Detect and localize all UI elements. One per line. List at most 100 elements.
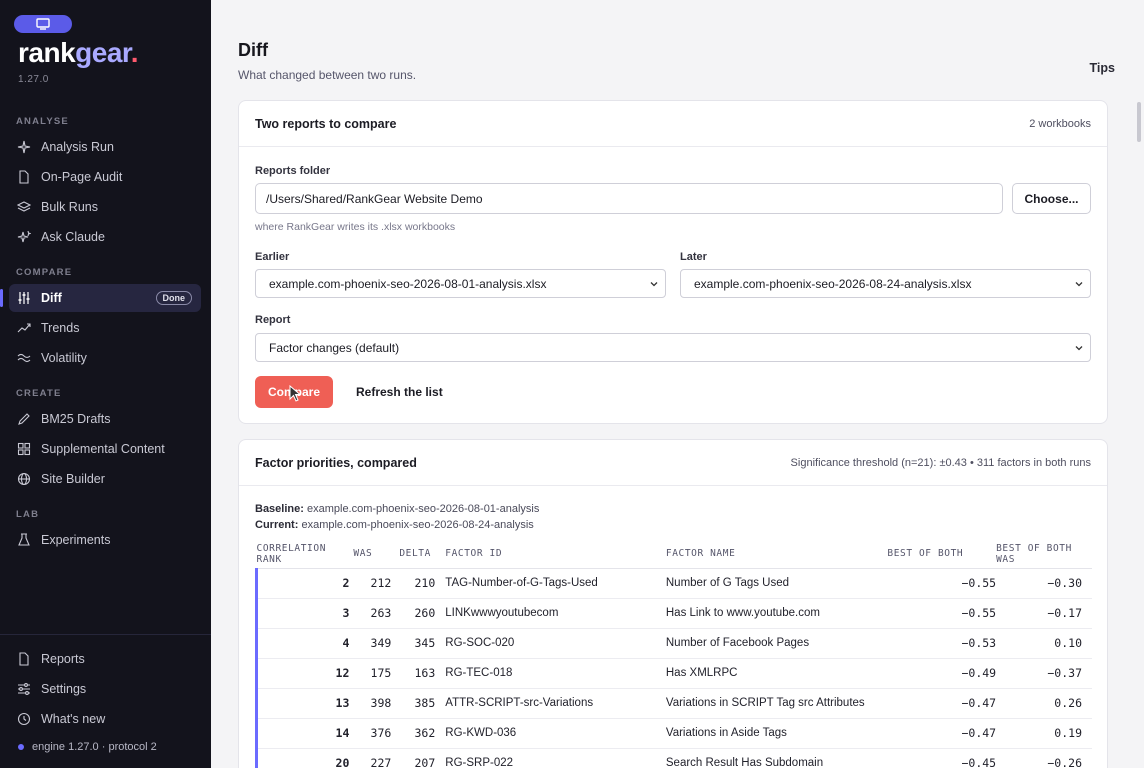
table-cell: −0.26 xyxy=(996,748,1092,768)
status-dot-icon xyxy=(18,744,24,750)
table-cell: 362 xyxy=(391,718,436,749)
table-cell: Variations in Aside Tags xyxy=(665,718,888,749)
mouse-cursor-icon xyxy=(289,385,302,402)
table-cell: 263 xyxy=(353,598,392,629)
sidebar-item-trends[interactable]: Trends xyxy=(9,314,201,342)
status-badge-done: Done xyxy=(155,291,192,305)
tips-link[interactable]: Tips xyxy=(1090,61,1115,75)
table-cell: 227 xyxy=(353,748,392,768)
table-cell: 2 xyxy=(255,568,354,599)
table-cell: RG-SRP-022 xyxy=(435,748,666,768)
sidebar-item-whats-new[interactable]: What's new xyxy=(9,705,201,733)
chevron-down-icon xyxy=(1075,282,1083,287)
choose-folder-button[interactable]: Choose... xyxy=(1012,183,1091,214)
table-row[interactable]: 4 349 345 RG-SOC-020 Number of Facebook Page… xyxy=(255,628,1092,659)
reports-folder-input[interactable]: /Users/Shared/RankGear Website Demo xyxy=(255,183,1003,214)
sidebar-item-settings[interactable]: Settings xyxy=(9,675,201,703)
table-cell: −0.47 xyxy=(887,688,997,719)
table-cell: −0.45 xyxy=(887,748,997,768)
table-cell: RG-TEC-018 xyxy=(435,658,666,689)
later-label: Later xyxy=(680,251,707,263)
sidebar-item-analysis-run[interactable]: Analysis Run xyxy=(9,133,201,161)
column-header[interactable]: FACTOR ID xyxy=(435,540,666,569)
table-cell: 163 xyxy=(391,658,436,689)
table-cell: −0.53 xyxy=(887,628,997,659)
priorities-card: Factor priorities, compared Significance… xyxy=(238,439,1108,768)
column-header[interactable]: DELTA xyxy=(391,540,436,569)
column-header[interactable]: WAS xyxy=(353,540,392,569)
table-cell: −0.17 xyxy=(996,598,1092,629)
refresh-list-button[interactable]: Refresh the list xyxy=(356,385,443,399)
table-row[interactable]: 13 398 385 ATTR-SCRIPT-src-Variations Variat… xyxy=(255,688,1092,719)
settings-sliders-icon xyxy=(17,682,31,696)
page-title: Diff xyxy=(238,40,268,60)
table-cell: −0.55 xyxy=(887,598,997,629)
table-row[interactable]: 14 376 362 RG-KWD-036 Variations in Aside Ta… xyxy=(255,718,1092,749)
report-label: Report xyxy=(255,314,291,326)
table-cell: Number of Facebook Pages xyxy=(665,628,888,659)
table-row[interactable]: 2 212 210 TAG-Number-of-G-Tags-Used Number o… xyxy=(255,568,1092,599)
column-header[interactable]: BEST OF BOTH xyxy=(887,540,997,569)
table-row[interactable]: 20 227 207 RG-SRP-022 Search Result Has Subd… xyxy=(255,748,1092,768)
sidebar-item-volatility[interactable]: Volatility xyxy=(9,344,201,372)
table-cell: 14 xyxy=(255,718,354,749)
earlier-label: Earlier xyxy=(255,251,290,263)
table-cell: 4 xyxy=(255,628,354,659)
sliders-icon xyxy=(17,291,31,305)
table-cell: ATTR-SCRIPT-src-Variations xyxy=(435,688,666,719)
baseline-info: Baseline: example.com-phoenix-seo-2026-0… xyxy=(255,503,540,515)
table-cell: 207 xyxy=(391,748,436,768)
earlier-select[interactable]: example.com-phoenix-seo-2026-08-01-analy… xyxy=(255,269,666,298)
compare-card-header: Two reports to compare 2 workbooks xyxy=(239,101,1107,147)
factor-priorities-table: CORRELATION RANK WAS DELTA FACTOR ID FAC… xyxy=(255,540,1092,768)
sparkles-icon xyxy=(17,230,31,244)
table-cell: LINKwwwyoutubecom xyxy=(435,598,666,629)
sidebar-item-on-page-audit[interactable]: On-Page Audit xyxy=(9,163,201,191)
table-cell: 13 xyxy=(255,688,354,719)
sidebar-divider xyxy=(0,634,211,635)
section-label-lab: LAB xyxy=(16,509,40,520)
sidebar-item-diff[interactable]: Diff Done xyxy=(0,284,201,312)
trend-up-icon xyxy=(17,321,31,335)
sidebar-item-bulk-runs[interactable]: Bulk Runs xyxy=(9,193,201,221)
table-cell: 175 xyxy=(353,658,392,689)
sidebar-item-ask-claude[interactable]: Ask Claude xyxy=(9,223,201,251)
table-cell: −0.37 xyxy=(996,658,1092,689)
sidebar-item-bm25-drafts[interactable]: BM25 Drafts xyxy=(9,405,201,433)
monitor-icon xyxy=(36,18,50,30)
table-header-row: CORRELATION RANK WAS DELTA FACTOR ID FAC… xyxy=(256,540,1092,569)
table-cell: Number of G Tags Used xyxy=(665,568,888,599)
workbook-count: 2 workbooks xyxy=(1029,117,1091,130)
table-row[interactable]: 12 175 163 RG-TEC-018 Has XMLRPC −0.49 −0.37 xyxy=(255,658,1092,689)
table-cell: RG-SOC-020 xyxy=(435,628,666,659)
table-cell: 0.26 xyxy=(996,688,1092,719)
column-header[interactable]: FACTOR NAME xyxy=(665,540,888,569)
table-cell: RG-KWD-036 xyxy=(435,718,666,749)
folder-hint: where RankGear writes its .xlsx workbook… xyxy=(255,221,456,233)
table-cell: 376 xyxy=(353,718,392,749)
layers-icon xyxy=(17,200,31,214)
card-title: Two reports to compare xyxy=(255,116,397,131)
brand-logo: rankgear. xyxy=(18,37,139,68)
table-cell: 212 xyxy=(353,568,392,599)
report-select[interactable]: Factor changes (default) xyxy=(255,333,1091,362)
sidebar-item-reports[interactable]: Reports xyxy=(9,645,201,673)
scrollbar-thumb[interactable] xyxy=(1137,102,1141,142)
table-cell: −0.55 xyxy=(887,568,997,599)
later-select[interactable]: example.com-phoenix-seo-2026-08-24-analy… xyxy=(680,269,1091,298)
globe-icon xyxy=(17,472,31,486)
table-cell: 345 xyxy=(391,628,436,659)
sidebar-item-site-builder[interactable]: Site Builder xyxy=(9,465,201,493)
sidebar-item-experiments[interactable]: Experiments xyxy=(9,526,201,554)
column-header[interactable]: BEST OF BOTH WAS xyxy=(996,540,1092,569)
window-pill-button[interactable] xyxy=(14,15,72,33)
table-cell: 260 xyxy=(391,598,436,629)
table-cell: 349 xyxy=(353,628,392,659)
grid-icon xyxy=(17,442,31,456)
chevron-down-icon xyxy=(1075,346,1083,351)
column-header[interactable]: CORRELATION RANK xyxy=(256,540,354,569)
sidebar-item-supplemental-content[interactable]: Supplemental Content xyxy=(9,435,201,463)
table-row[interactable]: 3 263 260 LINKwwwyoutubecom Has Link to www.… xyxy=(255,598,1092,629)
table-cell: Has XMLRPC xyxy=(665,658,888,689)
chevron-down-icon xyxy=(650,282,658,287)
